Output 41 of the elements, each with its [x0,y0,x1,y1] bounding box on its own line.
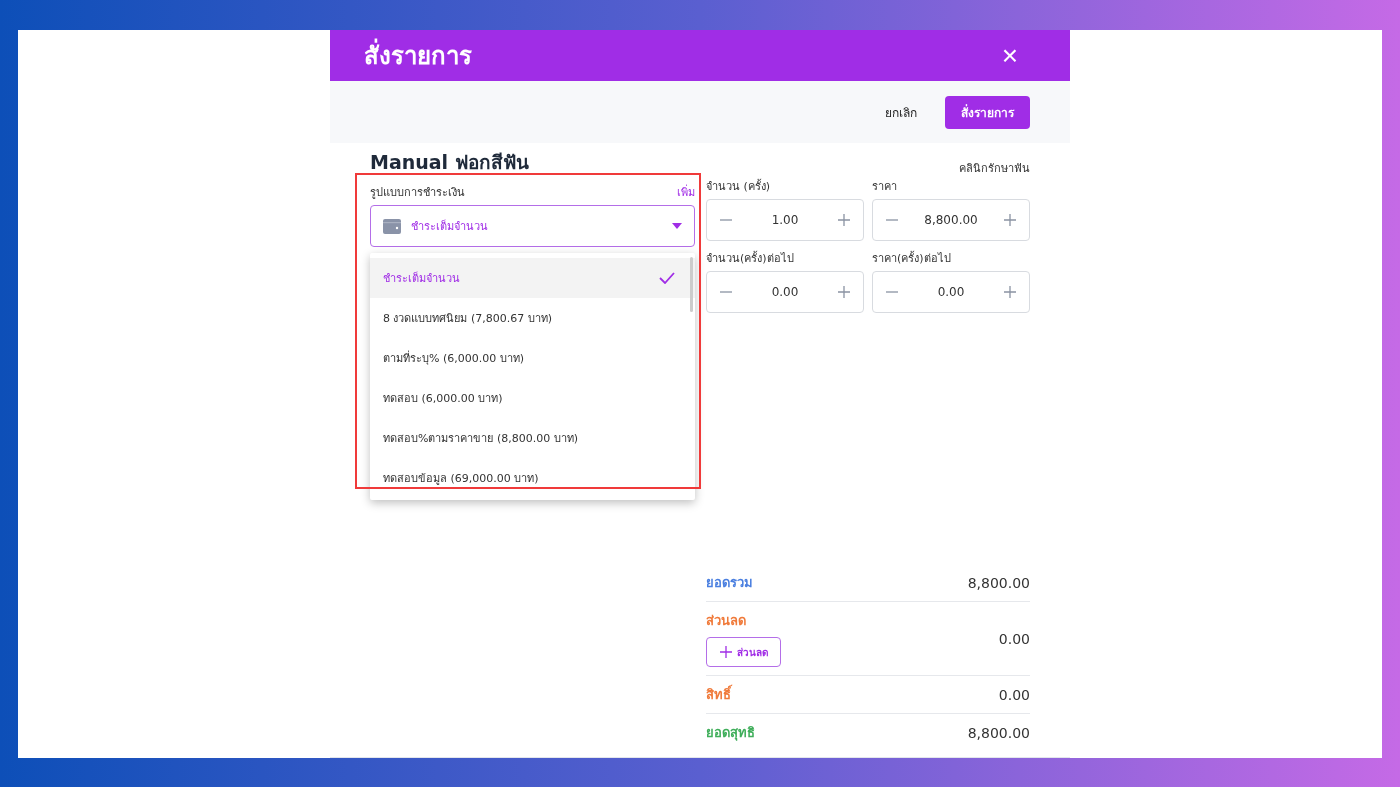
number-stepper[interactable]: 0.00 [872,271,1030,313]
product-title: Manual ฟอกสีฟัน [370,150,529,175]
field-label: ราคา [872,179,898,195]
wallet-icon [383,218,401,234]
cancel-button[interactable]: ยกเลิก [879,101,923,123]
summary-label: ยอดสุทธิ [706,724,755,743]
field-label: จำนวน(ครั้ง)ต่อไป [706,250,795,267]
field-label: ราคา(ครั้ง)ต่อไป [872,250,952,267]
scrollbar[interactable] [690,257,693,312]
add-link[interactable]: เพิ่ม [677,183,695,201]
summary-value: 8,800.00 [967,724,1030,741]
plus-icon[interactable] [837,285,851,299]
number-stepper[interactable]: 0.00 [706,271,864,313]
summary-value: 0.00 [998,630,1030,647]
summary-value: 8,800.00 [967,574,1030,591]
dropdown-option[interactable]: ทดสอบข้อมูล (69,000.00 บาท) [370,458,695,498]
number-stepper[interactable]: 1.00 [706,199,864,241]
plus-icon[interactable] [1003,285,1017,299]
add-discount-button[interactable]: ส่วนลด [706,637,781,667]
summary-label: ส่วนลด [706,612,747,630]
payment-select[interactable]: ชำระเต็มจำนวน [370,205,695,247]
plus-icon[interactable] [719,645,733,659]
summary-label: สิทธิ์ [706,684,731,705]
dropdown-option[interactable]: ทดสอบ (6,000.00 บาท) [370,378,695,418]
field-label: จำนวน (ครั้ง) [706,178,772,195]
summary-value: 0.00 [998,686,1030,703]
number-stepper[interactable]: 8,800.00 [872,199,1030,241]
check-icon [659,272,675,284]
dialog-title: สั่งรายการ [364,36,472,75]
order-button[interactable]: สั่งรายการ [945,95,1030,129]
dropdown-option[interactable]: ตามที่ระบุ% (6,000.00 บาท) [370,338,695,378]
dropdown-option[interactable]: ทดสอบ%ตามราคาขาย (8,800.00 บาท) [370,418,695,458]
plus-icon[interactable] [1003,213,1017,227]
plus-icon[interactable] [837,213,851,227]
caret-icon [672,223,682,229]
summary-label: ยอดรวม [706,574,753,592]
dropdown-option[interactable]: 8 งวดแบบทศนิยม (7,800.67 บาท) [370,298,695,338]
dropdown-option[interactable]: ชำระเต็มจำนวน [370,258,695,298]
field-label: รูปแบบการชำระเงิน [370,185,465,201]
close-button[interactable]: × [1001,41,1018,70]
branch-name: คลินิกรักษาฟัน [959,161,1030,177]
